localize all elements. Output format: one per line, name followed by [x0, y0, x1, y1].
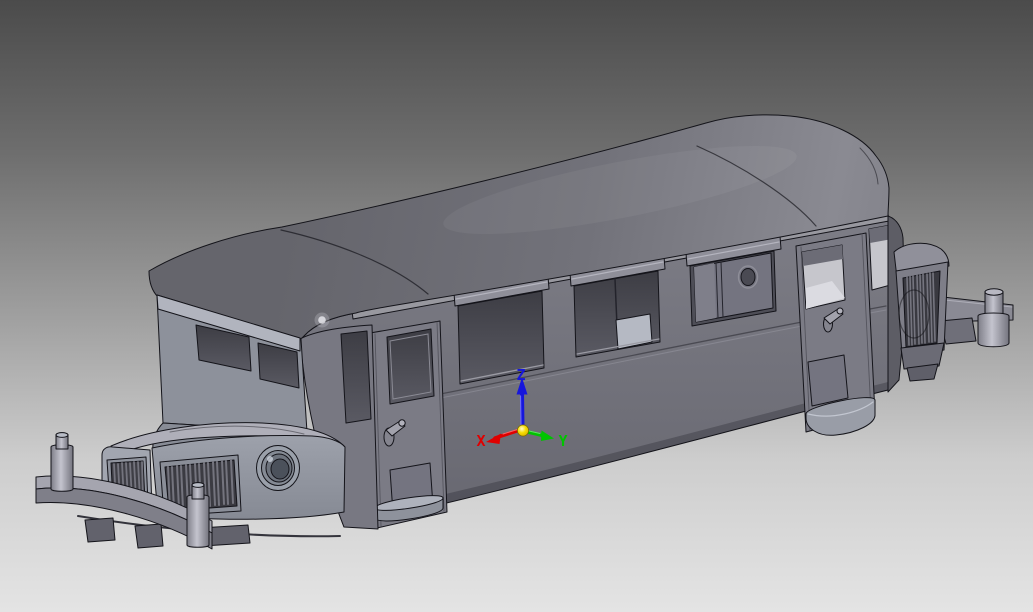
chassis-tab-1	[84, 517, 116, 543]
chassis-tab-2	[134, 523, 164, 549]
porthole[interactable]	[740, 268, 756, 286]
headlight-lens	[270, 458, 290, 480]
front-buffer-post-right[interactable]	[186, 494, 210, 548]
rear-buffer-shank-top	[984, 288, 1004, 296]
front-buffer-post-left-top	[55, 432, 69, 438]
rear-door-lower-panel[interactable]	[807, 354, 849, 407]
front-buffer-post-right-top	[191, 482, 205, 488]
cab-corner-glint	[318, 316, 326, 324]
front-door[interactable]	[369, 320, 448, 529]
axis-z-shaft[interactable]	[520, 391, 525, 429]
cab-side-window[interactable]	[340, 330, 372, 424]
passenger-window-1[interactable]	[457, 290, 545, 385]
headlight-glint	[267, 456, 273, 462]
rear-end[interactable]	[887, 215, 950, 393]
rear-buffer-head[interactable]	[977, 312, 1010, 348]
axis-z-shaft-highlight	[519, 395, 522, 427]
railbus-3d-model: X Y Z	[35, 114, 1014, 550]
rear-door-handle-knob	[836, 307, 844, 315]
rear-door[interactable]	[795, 232, 876, 436]
axis-x-label: X	[476, 432, 485, 450]
origin-ball[interactable]	[517, 424, 529, 437]
front-door-handle-knob	[398, 419, 406, 427]
cad-viewport[interactable]: X Y Z	[0, 0, 1033, 612]
porthole-door-left-leaf	[694, 263, 716, 322]
front-buffer-post-left[interactable]	[50, 444, 74, 492]
axis-z-label: Z	[516, 366, 525, 384]
axis-y-label: Y	[558, 432, 567, 450]
